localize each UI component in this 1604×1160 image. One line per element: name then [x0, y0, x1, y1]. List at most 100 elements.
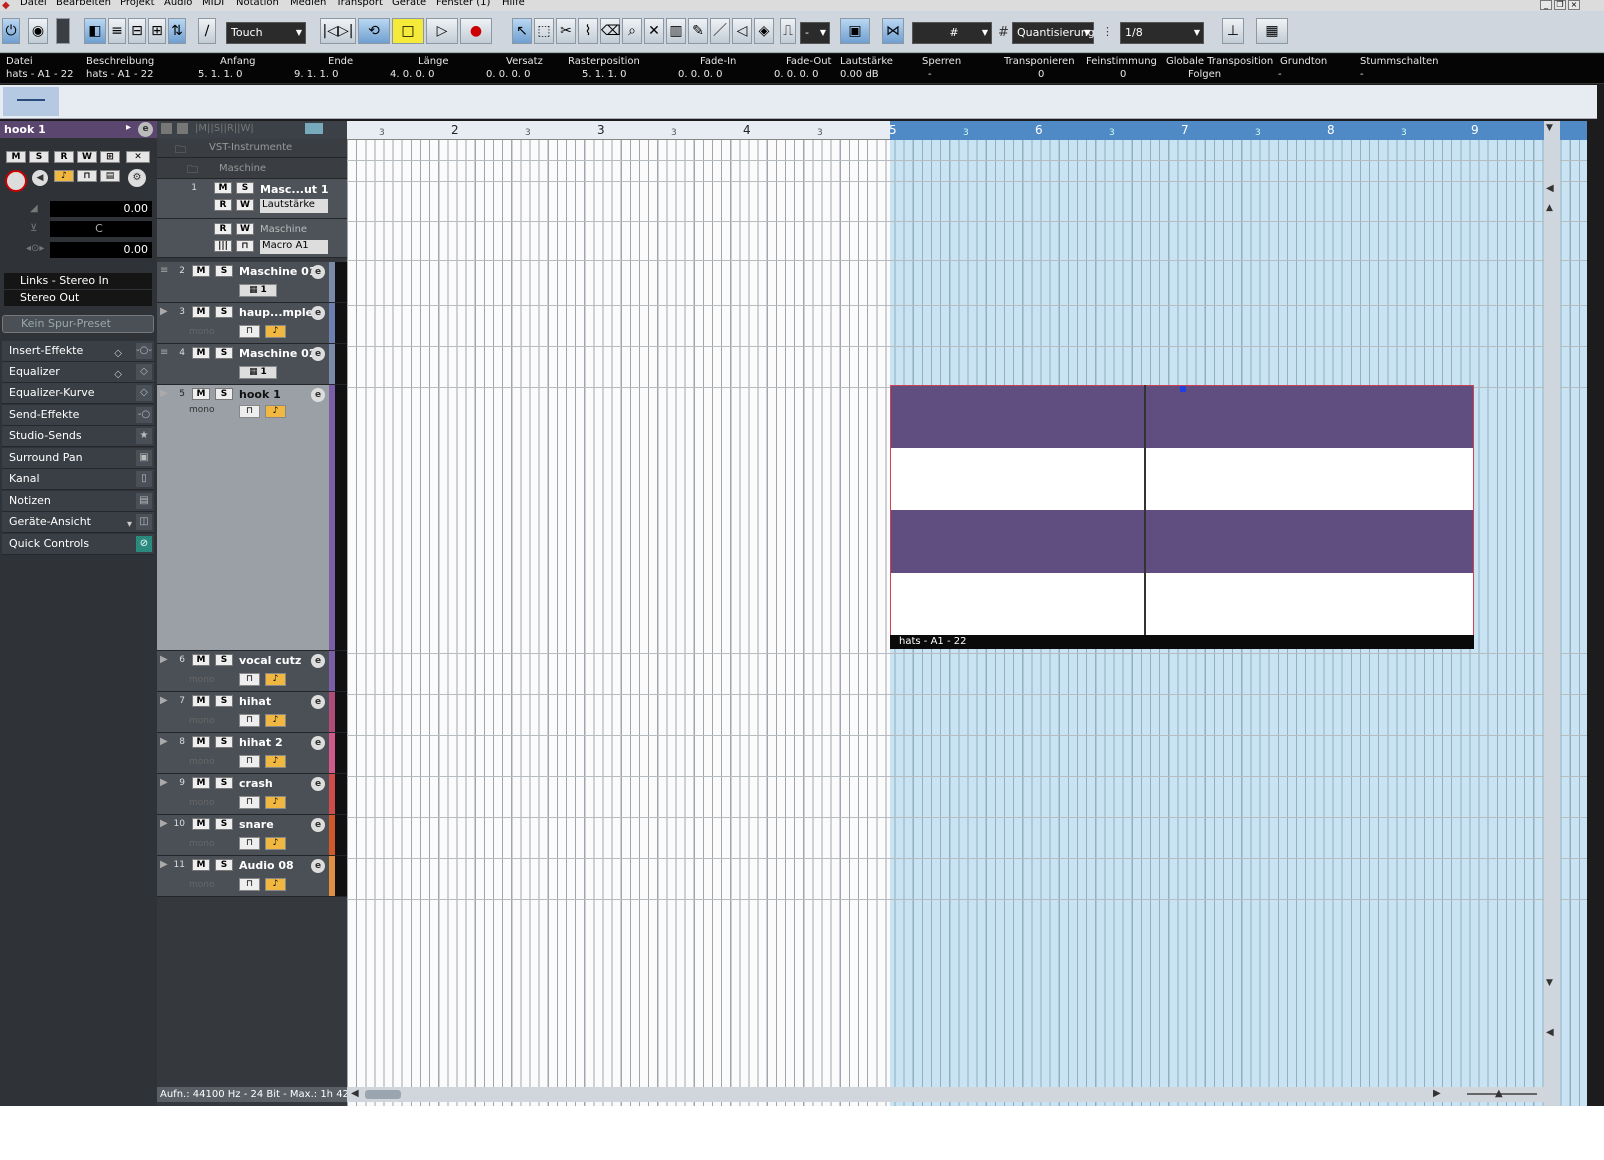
track-name[interactable]: Audio 08	[239, 859, 294, 872]
color-tool-icon[interactable]: ◈	[754, 18, 774, 44]
draw-tool-icon[interactable]: ✎	[688, 18, 708, 44]
menu-transport[interactable]: Transport	[336, 0, 383, 8]
timebase-icon[interactable]: ♪	[265, 405, 286, 418]
mute-button[interactable]: M	[214, 182, 232, 194]
line-tool-icon[interactable]: ／	[710, 18, 730, 44]
restore-icon[interactable]: ❐	[1554, 0, 1566, 10]
menu-medien[interactable]: Medien	[290, 0, 326, 8]
ruler-locator-range[interactable]	[890, 121, 1587, 140]
section-equalizer-kurve[interactable]: Equalizer-Kurve ◇	[2, 383, 154, 404]
solo-button[interactable]: S	[215, 347, 233, 359]
menu-hilfe[interactable]: Hilfe	[502, 0, 525, 8]
midi-channel-field[interactable]: ▦ 1	[239, 366, 277, 379]
section-equalizer[interactable]: Equalizer ◇ ◇	[2, 362, 154, 383]
track-maschine-01[interactable]: ≡ 2 M S Maschine 01 e ▦ 1	[157, 262, 347, 303]
track-vocal-cutz[interactable]: ▶ 6 M S vocal cutz mono e ⊓ ♪	[157, 651, 347, 692]
overview-viewport[interactable]	[3, 87, 59, 116]
scroll-up-icon[interactable]: ▼	[1546, 123, 1553, 133]
glue-tool-icon[interactable]: ⌇	[578, 18, 598, 44]
folder-track-vst-instrumente[interactable]: 🗀 VST-Instrumente	[157, 138, 347, 158]
timebase-icon[interactable]: ♪	[265, 714, 286, 727]
expand-arrow-icon[interactable]: ▶	[160, 695, 168, 706]
section-notizen[interactable]: Notizen ▤	[2, 491, 154, 512]
timebase-icon[interactable]: ♪	[265, 837, 286, 850]
lock-icon[interactable]: ⊓	[239, 325, 260, 338]
quick-controls-icon[interactable]: ⊘	[136, 536, 152, 552]
info-value-versatz[interactable]: 0. 0. 0. 0	[486, 69, 531, 80]
track-preset-field[interactable]: Kein Spur-Preset	[2, 315, 154, 333]
cycle-icon[interactable]: ⟲	[358, 18, 390, 44]
volume-handle[interactable]	[1180, 386, 1186, 392]
expand-arrow-icon[interactable]: ▶	[160, 859, 168, 870]
track-name[interactable]: hihat 2	[239, 736, 283, 749]
track-name[interactable]: Masc...ut 1	[260, 183, 329, 196]
track-snare[interactable]: ▶ 10 M S snare mono e ⊓ ♪	[157, 815, 347, 856]
mute-button[interactable]: M	[192, 695, 210, 707]
lock-icon[interactable]: ⊓	[239, 878, 260, 891]
lock-button[interactable]: ⊓	[236, 240, 254, 252]
track-haupt-sample[interactable]: ▶ 3 M S haup...mple mono e ⊓ ♪	[157, 303, 347, 344]
solo-button[interactable]: S	[215, 654, 233, 666]
info-value-globale-transposition[interactable]: Folgen	[1188, 69, 1221, 80]
track-maschine-02[interactable]: ≡ 4 M S Maschine 02 e ▦ 1	[157, 344, 347, 385]
menu-projekt[interactable]: Projekt	[120, 0, 155, 8]
track-name[interactable]: hihat	[239, 695, 271, 708]
track-name[interactable]: Maschine 02	[239, 347, 316, 360]
show-pool-icon[interactable]: ⊞	[148, 18, 166, 44]
mute-button[interactable]: M	[6, 151, 26, 163]
quantize-settings-icon[interactable]: ⊥	[1222, 18, 1244, 44]
lanes-button[interactable]: |||	[214, 240, 232, 252]
timebase-icon[interactable]: ♪	[265, 325, 286, 338]
mute-button[interactable]: M	[192, 347, 210, 359]
mute-button[interactable]: M	[192, 777, 210, 789]
solo-button[interactable]: S	[215, 306, 233, 318]
range-selection-tool-icon[interactable]: ⬚	[534, 18, 554, 44]
solo-button[interactable]: S	[215, 736, 233, 748]
timebase-icon[interactable]: ♪	[265, 878, 286, 891]
expand-arrow-icon[interactable]: ▶	[160, 388, 168, 399]
object-selection-tool-icon[interactable]: ↖	[512, 18, 532, 44]
edit-channel-icon[interactable]: e	[311, 695, 325, 709]
solo-button[interactable]: S	[236, 182, 254, 194]
midi-channel-field[interactable]: ▦ 1	[239, 284, 277, 297]
track-name[interactable]: haup...mple	[239, 306, 313, 319]
lock-icon[interactable]: ⊓	[239, 714, 260, 727]
track-colors-icon[interactable]	[305, 123, 323, 134]
channel-icon[interactable]: ▯	[136, 471, 152, 487]
edit-channel-icon[interactable]: e	[311, 818, 325, 832]
scroll-right-icon[interactable]: ▶	[1433, 1088, 1441, 1099]
track-audio-08[interactable]: ▶ 11 M S Audio 08 mono e ⊓ ♪	[157, 856, 347, 897]
timebase-icon[interactable]: ♪	[265, 673, 286, 686]
delay-field[interactable]: 0.00	[50, 242, 152, 258]
read-button[interactable]: R	[214, 199, 232, 211]
info-value-beschreibung[interactable]: hats - A1 - 22	[86, 69, 153, 80]
solo-button[interactable]: S	[215, 777, 233, 789]
show-infoline-icon[interactable]: ≡	[108, 18, 126, 44]
project-overview[interactable]	[0, 85, 1597, 119]
snap-onoff-icon[interactable]: ▣	[840, 18, 870, 44]
pan-field[interactable]: C	[50, 221, 152, 237]
mute-button[interactable]: M	[192, 306, 210, 318]
expand-arrow-icon[interactable]: ▸	[126, 122, 131, 133]
edit-channel-icon[interactable]: e	[311, 347, 325, 361]
close-icon[interactable]: ×	[1568, 0, 1580, 10]
lock-icon[interactable]: ⊓	[239, 837, 260, 850]
scroll-left-icon[interactable]: ◀	[351, 1088, 359, 1099]
menu-geraete[interactable]: Geräte	[392, 0, 426, 8]
expand-arrow-icon[interactable]: ▶	[160, 736, 168, 747]
device-view-icon[interactable]: ◫	[136, 514, 152, 530]
info-value-stummschalten[interactable]: -	[1360, 69, 1364, 80]
folder-track-maschine[interactable]: 🗀 Maschine	[157, 158, 347, 179]
section-surround-pan[interactable]: Surround Pan ▣	[2, 448, 154, 469]
volume-field[interactable]: 0.00	[50, 201, 152, 217]
info-value-laenge[interactable]: 4. 0. 0. 0	[390, 69, 435, 80]
solo-button[interactable]: S	[29, 151, 49, 163]
track-name[interactable]: crash	[239, 777, 273, 790]
erase-tool-icon[interactable]: ⌫	[600, 18, 621, 44]
track-crash[interactable]: ▶ 9 M S crash mono e ⊓ ♪	[157, 774, 347, 815]
menu-bearbeiten[interactable]: Bearbeiten	[56, 0, 111, 8]
time-warp-tool-icon[interactable]: ▥	[666, 18, 686, 44]
expand-arrow-icon[interactable]: ▶	[160, 818, 168, 829]
info-value-transponieren[interactable]: 0	[1038, 69, 1044, 80]
info-value-fade-out[interactable]: 0. 0. 0. 0	[774, 69, 819, 80]
